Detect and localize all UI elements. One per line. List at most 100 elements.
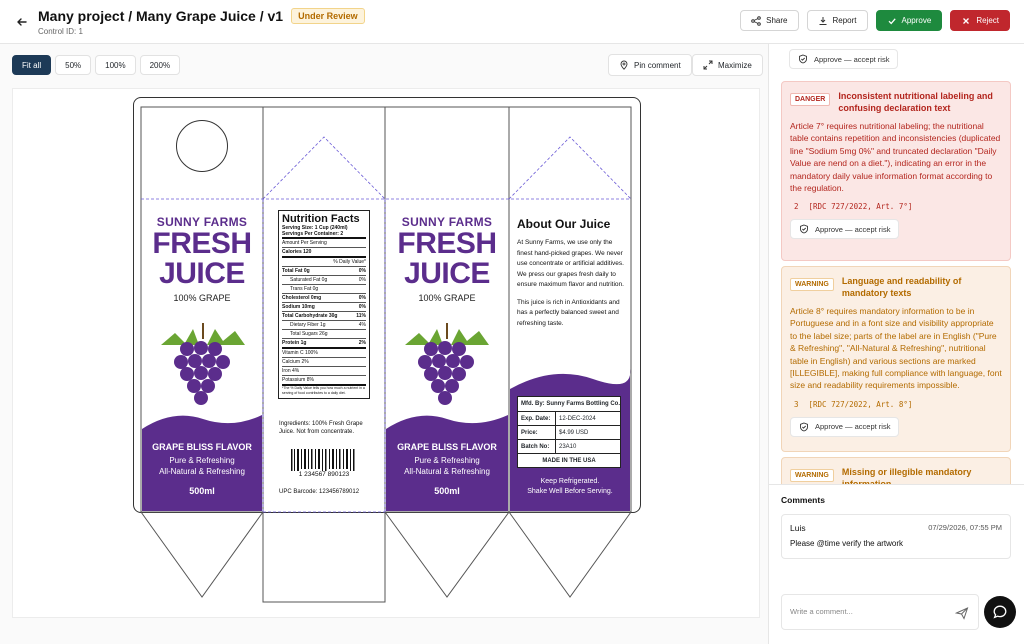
- finding-accept-area: Approve — accept risk: [789, 49, 899, 69]
- price-label: Price:: [518, 426, 556, 439]
- nf-vitamin: Calcium 2%: [282, 357, 366, 366]
- reject-label: Reject: [976, 16, 999, 25]
- zoom-50-button[interactable]: 50%: [55, 55, 92, 75]
- storage-instructions: Keep Refrigerated. Shake Well Before Ser…: [510, 477, 630, 497]
- nf-amount: Amount Per Serving: [282, 237, 366, 247]
- nf-row-label: Total Sugars 26g: [290, 331, 328, 337]
- finding-body: Article 7° requires nutritional labeling…: [790, 121, 1001, 194]
- zoom-100-button[interactable]: 100%: [95, 55, 136, 75]
- nf-footnote-text: *The % Daily Value tells you how much a …: [282, 386, 365, 395]
- accept-risk-button[interactable]: Approve — accept risk: [790, 219, 900, 240]
- share-icon: [751, 15, 761, 26]
- front-panel-2-flavor: GRAPE BLISS FLAVOR Pure & Refreshing All…: [386, 442, 508, 496]
- approve-label: Approve: [901, 16, 932, 25]
- zoom-fit-all-button[interactable]: Fit all: [12, 55, 52, 75]
- nf-vitamin-label: Potassium 8%: [282, 377, 314, 383]
- nf-vitamin: Iron 4%: [282, 366, 366, 375]
- nf-row-label: Trans Fat 0g: [290, 286, 319, 292]
- reject-button[interactable]: Reject: [950, 10, 1010, 31]
- finding-title: Inconsistent nutritional labeling and co…: [838, 91, 993, 113]
- send-icon[interactable]: [955, 606, 969, 620]
- flavor-name: GRAPE BLISS FLAVOR: [397, 442, 497, 452]
- reference-text: [RDC 727/2022, Art. 7°]: [808, 202, 913, 212]
- artwork-canvas[interactable]: SUNNY FARMS FRESH JUICE 100% GRAPE GRAPE…: [12, 88, 760, 618]
- nf-row-value: 0%: [358, 277, 366, 283]
- price-value: $4.99 USD: [559, 429, 589, 436]
- juice-carton-dieline: SUNNY FARMS FRESH JUICE 100% GRAPE GRAPE…: [133, 97, 641, 605]
- nf-vitamin-label: Vitamin C 100%: [282, 350, 318, 356]
- back-arrow-icon[interactable]: [14, 14, 30, 30]
- pin-comment-button[interactable]: Pin comment: [608, 54, 692, 76]
- nf-row: Saturated Fat 0g 0%: [282, 275, 366, 284]
- nf-row: Total Fat 0g 0%: [282, 266, 366, 275]
- exp-value: 12-DEC-2024: [559, 415, 596, 422]
- nf-row: Dietary Fiber 1g 4%: [282, 320, 366, 329]
- comment-input[interactable]: Write a comment...: [781, 594, 979, 630]
- findings-list[interactable]: Approve — accept risk DANGER Inconsisten…: [769, 44, 1024, 484]
- nf-row-label: Total Carbohydrate 30g: [282, 313, 338, 319]
- accept-risk-button[interactable]: Approve — accept risk: [789, 49, 899, 69]
- nf-row-value: 11%: [356, 313, 366, 319]
- volume: 500ml: [189, 486, 215, 496]
- finding-card-warning: WARNING Language and readability of mand…: [781, 266, 1011, 452]
- shield-icon: [800, 224, 808, 234]
- zoom-200-button[interactable]: 200%: [139, 55, 181, 75]
- share-button[interactable]: Share: [740, 10, 799, 31]
- finding-title: Missing or illegible mandatory informati…: [841, 467, 972, 484]
- volume: 500ml: [434, 486, 460, 496]
- shake-well: Shake Well Before Serving.: [527, 488, 613, 495]
- nf-vitamin: Potassium 8%: [282, 375, 366, 384]
- batch-label: Batch No:: [518, 440, 556, 453]
- nf-dv-header: % Daily Value*: [282, 256, 366, 266]
- finding-body: Article 8° requires mandatory informatio…: [790, 306, 1002, 391]
- brand-fresh: FRESH: [397, 227, 497, 260]
- approve-button[interactable]: Approve: [875, 10, 943, 31]
- finding-card-danger: DANGER Inconsistent nutritional labeling…: [781, 81, 1011, 261]
- severity-tag: WARNING: [790, 469, 834, 482]
- page-title: Many project / Many Grape Juice / v1: [38, 7, 284, 24]
- brand-grape: 100% GRAPE: [173, 293, 231, 303]
- comment-date: 07/29/2026, 07:55 PM: [928, 523, 1002, 532]
- accept-risk-button[interactable]: Approve — accept risk: [790, 416, 900, 437]
- nf-row-label: Cholesterol 0mg: [282, 295, 322, 301]
- nf-title: Nutrition Facts: [282, 213, 360, 225]
- shield-icon: [800, 422, 808, 432]
- download-icon: [819, 16, 826, 25]
- nutrition-facts-table: Nutrition Facts Serving Size: 1 Cup (240…: [278, 210, 370, 399]
- price-row: Price: $4.99 USD: [518, 425, 620, 439]
- status-badge: Under Review: [291, 7, 365, 24]
- manufacturing-info-table: Mfd. By: Sunny Farms Bottling Co. Exp. D…: [517, 396, 621, 468]
- nf-row-label: Saturated Fat 0g: [290, 277, 328, 283]
- control-id: Control ID: 1: [38, 26, 83, 36]
- flavor-name: GRAPE BLISS FLAVOR: [152, 442, 252, 452]
- check-icon: [888, 17, 896, 24]
- flavor-tag-1: Pure & Refreshing: [169, 456, 235, 465]
- barcode-digits: 1 234567 890123: [298, 471, 350, 478]
- nf-row: Protein 1g 2%: [282, 338, 366, 347]
- batch-value: 23A10: [559, 443, 577, 450]
- report-button[interactable]: Report: [806, 10, 868, 31]
- nf-row-label: Protein 1g: [282, 340, 307, 346]
- pin-icon: [620, 60, 628, 70]
- batch-row: Batch No: 23A10: [518, 439, 620, 453]
- nf-row-value: 0%: [358, 268, 366, 274]
- about-panel: About Our Juice At Sunny Farms, we use o…: [517, 217, 627, 329]
- accept-risk-label: Approve — accept risk: [815, 224, 891, 234]
- nf-vitamin: Vitamin C 100%: [282, 347, 366, 357]
- exp-row: Exp. Date: 12-DEC-2024: [518, 411, 620, 425]
- maximize-icon: [703, 60, 713, 70]
- severity-tag: DANGER: [790, 93, 831, 106]
- chat-button[interactable]: [984, 596, 1016, 628]
- brand-juice: JUICE: [404, 257, 490, 290]
- finding-reference: 3 [RDC 727/2022, Art. 8°]: [790, 400, 1002, 409]
- about-paragraph-2: This juice is rich in Antioxidants and h…: [517, 298, 620, 327]
- zoom-controls: Fit all 50% 100% 200%: [12, 55, 181, 75]
- flavor-tag-1: Pure & Refreshing: [414, 456, 480, 465]
- about-paragraph-1: At Sunny Farms, we use only the finest h…: [517, 239, 624, 288]
- comments-heading: Comments: [781, 495, 825, 505]
- finding-title: Language and readability of mandatory te…: [841, 276, 962, 298]
- nf-footnote: *The % Daily Value tells you how much a …: [282, 384, 366, 396]
- maximize-button[interactable]: Maximize: [692, 54, 763, 76]
- front-panel-2-brand: SUNNY FARMS FRESH JUICE 100% GRAPE: [387, 215, 507, 303]
- chat-bubble-icon: [993, 605, 1007, 619]
